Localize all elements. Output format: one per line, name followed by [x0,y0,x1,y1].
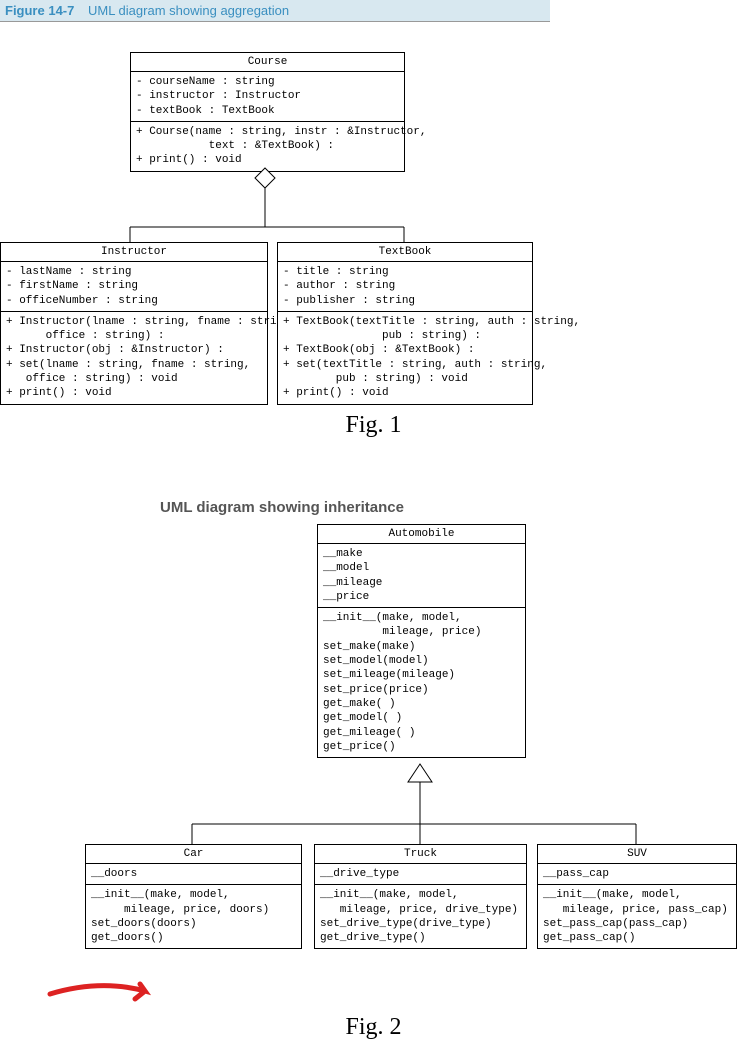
figure1-header: Figure 14-7 UML diagram showing aggregat… [0,0,550,22]
uml-methods: __init__(make, model, mileage, price, dr… [315,885,526,948]
uml-attributes: __pass_cap [538,864,736,885]
uml-methods: + Instructor(lname : string, fname : str… [1,312,267,404]
uml-class-name: SUV [538,845,736,864]
uml-aggregation-diagram: Course - courseName : string - instructo… [0,22,747,402]
uml-class-name: Instructor [1,243,267,262]
uml-methods: __init__(make, model, mileage, price, do… [86,885,301,948]
uml-class-name: TextBook [278,243,532,262]
figure1-number: Figure 14-7 [5,3,74,18]
figure2-caption: Fig. 2 [0,1014,747,1041]
uml-class-course: Course - courseName : string - instructo… [130,52,405,172]
uml-methods: __init__(make, model, mileage, price, pa… [538,885,736,948]
figure1-caption: Fig. 1 [0,412,747,439]
uml-class-truck: Truck __drive_type __init__(make, model,… [314,844,527,949]
figure2-title: UML diagram showing inheritance [160,499,747,516]
uml-attributes: __drive_type [315,864,526,885]
uml-class-suv: SUV __pass_cap __init__(make, model, mil… [537,844,737,949]
uml-class-car: Car __doors __init__(make, model, mileag… [85,844,302,949]
uml-methods: + TextBook(textTitle : string, auth : st… [278,312,532,404]
uml-attributes: - courseName : string - instructor : Ins… [131,72,404,122]
uml-class-name: Truck [315,845,526,864]
red-arrow-annotation-icon [45,979,165,1009]
uml-inheritance-diagram: Automobile __make __model __mileage __pr… [0,524,747,1004]
uml-attributes: - title : string - author : string - pub… [278,262,532,312]
uml-class-textbook: TextBook - title : string - author : str… [277,242,533,405]
uml-methods: + Course(name : string, instr : &Instruc… [131,122,404,171]
inheritance-triangle-icon [408,764,432,782]
uml-attributes: __doors [86,864,301,885]
uml-attributes: __make __model __mileage __price [318,544,525,608]
uml-class-name: Course [131,53,404,72]
uml-methods: __init__(make, model, mileage, price) se… [318,608,525,757]
uml-class-name: Car [86,845,301,864]
uml-attributes: - lastName : string - firstName : string… [1,262,267,312]
uml-class-instructor: Instructor - lastName : string - firstNa… [0,242,268,405]
uml-class-name: Automobile [318,525,525,544]
uml-class-automobile: Automobile __make __model __mileage __pr… [317,524,526,758]
figure1-title: UML diagram showing aggregation [88,3,289,18]
